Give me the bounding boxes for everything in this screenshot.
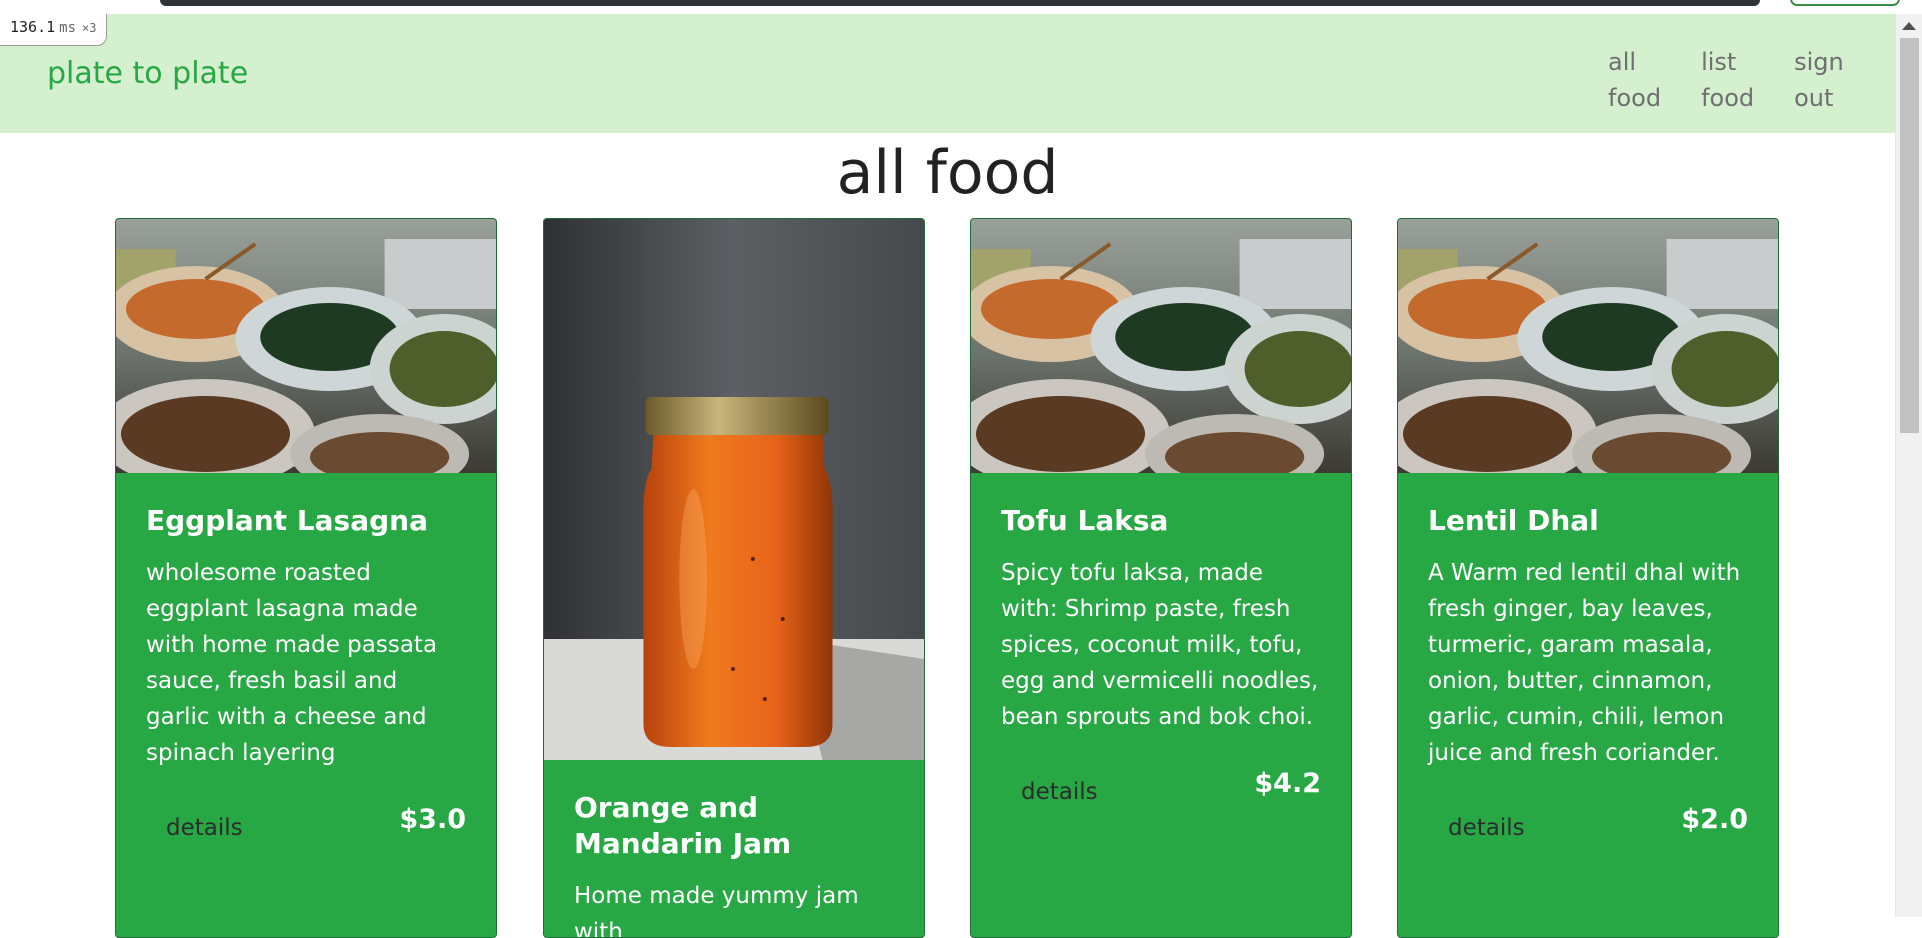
food-card: Lentil Dhal A Warm red lentil dhal with … <box>1397 218 1779 938</box>
perf-multiplier: ×3 <box>82 21 97 35</box>
details-link[interactable]: details <box>1448 815 1525 841</box>
card-title: Eggplant Lasagna <box>146 504 428 537</box>
food-card: Tofu Laksa Spicy tofu laksa, made with: … <box>970 218 1352 938</box>
card-price: $2.0 <box>1681 803 1748 835</box>
card-title: Lentil Dhal <box>1428 504 1599 537</box>
card-description: wholesome roasted eggplant lasagna made … <box>146 560 438 766</box>
navbar: plate to plate all food list food sign o… <box>0 14 1895 133</box>
nav-all-food[interactable]: all food <box>1608 44 1661 116</box>
card-description: Home made yummy jam with <box>574 883 859 938</box>
scrollbar[interactable] <box>1895 38 1922 917</box>
food-card: Orange and Mandarin Jam Home made yummy … <box>543 218 925 938</box>
arrow-up-icon <box>1902 22 1916 30</box>
card-description: A Warm red lentil dhal with fresh ginger… <box>1428 560 1741 766</box>
food-containers-image <box>116 219 496 473</box>
perf-value: 136.1 <box>10 18 56 36</box>
details-link[interactable]: details <box>166 815 243 841</box>
nav-list-food[interactable]: list food <box>1701 44 1754 116</box>
food-containers-image <box>1398 219 1778 473</box>
scrollbar-up-arrow[interactable] <box>1895 14 1922 38</box>
food-card: Eggplant Lasagna wholesome roasted eggpl… <box>115 218 497 938</box>
browser-top-strip <box>0 0 1922 14</box>
nav-sign-out[interactable]: sign out <box>1794 44 1844 116</box>
card-title: Tofu Laksa <box>1001 504 1169 537</box>
page-title: all food <box>836 138 1059 208</box>
card-price: $3.0 <box>399 803 466 835</box>
card-description: Spicy tofu laksa, made with: Shrimp past… <box>1001 560 1319 730</box>
browser-button-edge <box>1790 0 1900 6</box>
perf-unit: ms <box>59 20 77 36</box>
browser-toolbar-edge <box>160 0 1760 6</box>
orange-jam-jar-image <box>544 219 924 760</box>
scrollbar-thumb[interactable] <box>1900 38 1919 433</box>
details-link[interactable]: details <box>1021 779 1098 805</box>
nav-links: all food list food sign out <box>1608 44 1844 116</box>
card-title: Orange and Mandarin Jam <box>574 791 792 860</box>
card-price: $4.2 <box>1254 767 1321 799</box>
food-containers-image <box>971 219 1351 473</box>
perf-overlay: 136.1 ms ×3 <box>0 14 108 46</box>
brand-link[interactable]: plate to plate <box>47 56 248 91</box>
